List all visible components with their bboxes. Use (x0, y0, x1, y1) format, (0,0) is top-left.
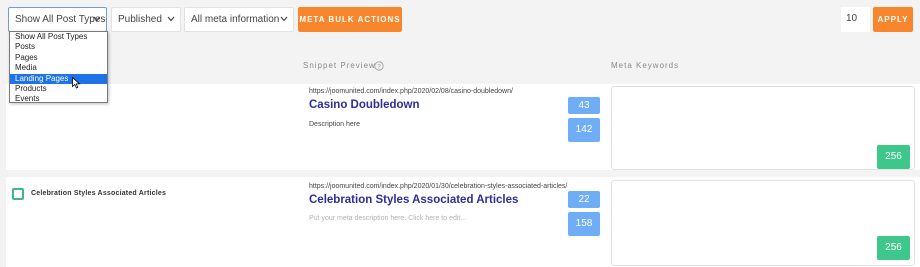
row-checkbox[interactable] (12, 188, 24, 200)
title-length-badge: 22 (568, 191, 600, 208)
mouse-pointer-icon (72, 77, 81, 89)
dropdown-option[interactable]: Posts (10, 42, 107, 52)
description-length-badge: 158 (568, 212, 600, 236)
dropdown-option[interactable]: Products (10, 84, 107, 94)
status-select[interactable]: Published (111, 7, 181, 32)
meta-info-select[interactable]: All meta information (184, 7, 294, 32)
meta-info-select-value: All meta information (191, 14, 280, 25)
snippet-description[interactable]: Put your meta description here. Click he… (309, 215, 466, 222)
snippet-description[interactable]: Description here (309, 121, 360, 128)
chevron-down-icon (93, 16, 101, 22)
dropdown-option[interactable]: Pages (10, 53, 107, 63)
post-type-dropdown-list: Show All Post Types Posts Pages Media La… (9, 31, 108, 103)
chevron-down-icon (280, 16, 288, 22)
description-length-badge: 142 (568, 118, 600, 142)
title-length-badge: 43 (568, 97, 600, 114)
chevron-down-icon (167, 16, 175, 22)
meta-keywords-field[interactable] (611, 86, 915, 170)
dropdown-option[interactable]: Media (10, 63, 107, 73)
snippet-title[interactable]: Casino Doubledown (309, 99, 420, 111)
post-type-select[interactable]: Show All Post Types (8, 7, 107, 32)
column-header-meta-keywords: Meta Keywords (611, 61, 680, 70)
snippet-url: https://joomunited.com/index.php/2020/02… (309, 88, 513, 95)
keywords-length-badge: 256 (877, 145, 910, 169)
svg-text:?: ? (377, 63, 381, 70)
post-title[interactable]: Celebration Styles Associated Articles (31, 190, 166, 197)
dropdown-option[interactable]: Events (10, 94, 107, 104)
snippet-title[interactable]: Celebration Styles Associated Articles (309, 194, 518, 206)
keywords-length-badge: 256 (877, 236, 910, 260)
table-row: https://joomunited.com/index.php/2020/02… (6, 84, 920, 170)
toolbar: Show All Post Types Published All meta i… (0, 0, 920, 40)
dropdown-option-highlighted[interactable]: Landing Pages (10, 73, 107, 84)
post-type-select-value: Show All Post Types (15, 14, 106, 25)
column-header-snippet-preview: Snippet Preview (303, 61, 376, 70)
per-page-input[interactable]: 10 (841, 7, 870, 32)
meta-keywords-field[interactable] (611, 180, 915, 266)
snippet-url: https://joomunited.com/index.php/2020/01… (309, 183, 568, 190)
status-select-value: Published (118, 14, 162, 25)
table-row: Celebration Styles Associated Articles h… (6, 177, 920, 267)
dropdown-option[interactable]: Show All Post Types (10, 32, 107, 42)
help-icon[interactable]: ? (374, 61, 384, 71)
apply-button[interactable]: APPLY (873, 7, 913, 32)
meta-bulk-actions-button[interactable]: META BULK ACTIONS (298, 7, 402, 32)
